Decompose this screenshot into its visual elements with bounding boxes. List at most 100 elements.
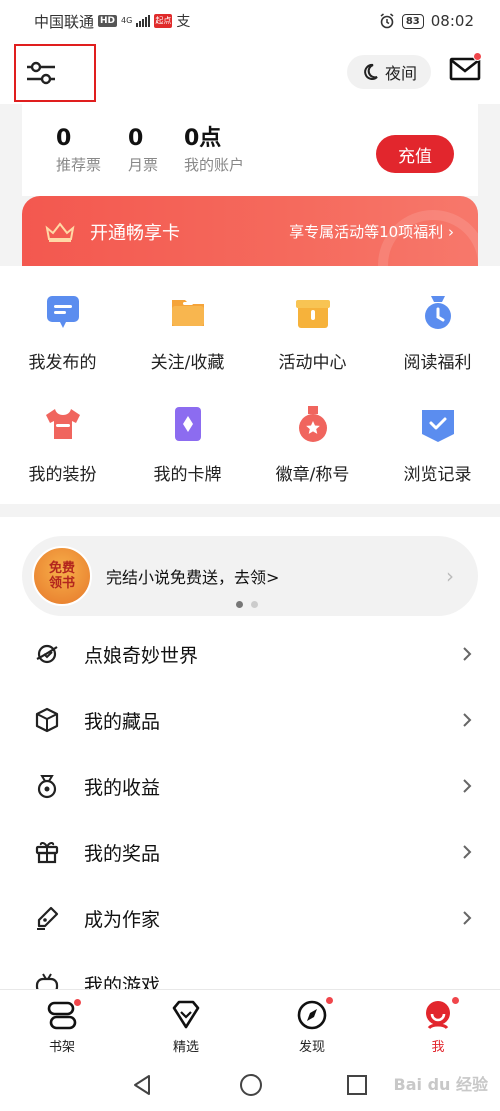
tab-me[interactable]: 我 xyxy=(398,996,478,1055)
tab-bookshelf[interactable]: 书架 xyxy=(22,998,102,1055)
settings-button[interactable] xyxy=(14,44,96,102)
tshirt-icon xyxy=(45,409,80,439)
stat-value: 0 xyxy=(128,126,144,151)
profile-header: 夜间 xyxy=(0,42,500,104)
grid-item-history[interactable]: 浏览记录 xyxy=(375,404,500,485)
grid-item-follows[interactable]: 关注/收藏 xyxy=(125,292,250,373)
back-icon[interactable] xyxy=(131,1073,153,1097)
grid-item-activity-center[interactable]: 活动中心 xyxy=(250,292,375,373)
network-indicator: 4G xyxy=(121,16,133,25)
account-card: 0 推荐票 0 月票 0点 我的账户 充值 xyxy=(22,104,478,196)
gift-box-icon xyxy=(295,300,330,328)
menu-label: 我的藏品 xyxy=(84,710,161,733)
grid-item-my-outfit[interactable]: 我的装扮 xyxy=(0,404,125,485)
grid-label: 关注/收藏 xyxy=(150,353,225,373)
recommend-ticket-stat[interactable]: 0 推荐票 xyxy=(56,126,101,175)
grid-label: 阅读福利 xyxy=(403,353,472,373)
bottom-tab-bar: 书架 精选 发现 我 xyxy=(0,989,500,1059)
carousel-dots xyxy=(236,601,258,608)
promo-text: 完结小说免费送，去领> xyxy=(106,568,280,587)
chevron-right-icon xyxy=(463,911,472,925)
my-account-stat[interactable]: 0点 我的账户 xyxy=(184,126,244,175)
prize-icon xyxy=(35,841,59,864)
chevron-right-icon xyxy=(463,779,472,793)
battery-indicator: 83 xyxy=(401,13,424,29)
badge-text: 领书 xyxy=(48,576,75,591)
lower-panel: 免费 领书 完结小说免费送，去领> › 点娘奇妙世界 我的藏品 我的收益 我的奖… xyxy=(0,517,500,989)
messages-button[interactable] xyxy=(449,52,483,86)
menu-item-become-author[interactable]: 成为作家 xyxy=(0,885,500,951)
tab-discover[interactable]: 发现 xyxy=(272,996,352,1055)
chevron-right-icon xyxy=(463,647,472,661)
home-icon[interactable] xyxy=(239,1073,263,1097)
tab-featured[interactable]: 精选 xyxy=(146,998,226,1055)
planet-icon xyxy=(36,644,58,664)
notification-dot xyxy=(325,996,334,1005)
status-bar: 中国联通 HD 4G 起点 支 83 08:02 xyxy=(0,0,500,42)
chevron-right-icon: › xyxy=(446,564,454,588)
stat-label: 我的账户 xyxy=(184,156,245,174)
grid-label: 浏览记录 xyxy=(403,465,472,485)
stat-label: 推荐票 xyxy=(56,156,102,174)
clock-text: 08:02 xyxy=(430,12,474,30)
tab-label: 我 xyxy=(431,1040,445,1055)
grid-item-badges[interactable]: 徽章/称号 xyxy=(250,404,375,485)
grid-label: 我的装扮 xyxy=(28,465,97,485)
crown-icon xyxy=(45,222,75,242)
clock-bag-icon xyxy=(424,296,451,329)
menu-item-prizes[interactable]: 我的奖品 xyxy=(0,819,500,885)
menu-item-games[interactable]: 我的游戏 xyxy=(0,951,500,989)
grid-item-my-cards[interactable]: 我的卡牌 xyxy=(125,404,250,485)
compass-icon xyxy=(297,1000,327,1030)
stat-value: 0点 xyxy=(184,126,222,151)
folder-icon xyxy=(171,300,204,326)
monthly-ticket-stat[interactable]: 0 月票 xyxy=(128,126,158,175)
night-mode-button[interactable]: 夜间 xyxy=(347,55,431,89)
tab-label: 发现 xyxy=(298,1040,325,1055)
grid-item-my-posts[interactable]: 我发布的 xyxy=(0,292,125,373)
medal-icon xyxy=(298,406,327,442)
feature-grid: 我发布的 关注/收藏 活动中心 阅读福利 我的装扮 我的卡牌 徽章/称号 浏览记… xyxy=(0,266,500,504)
moon-icon xyxy=(364,63,378,80)
vip-benefits-link[interactable]: 享专属活动等10项福利 › xyxy=(289,221,454,242)
sliders-icon xyxy=(27,61,55,85)
tab-label: 精选 xyxy=(172,1040,199,1055)
carrier-text: 中国联通 xyxy=(34,12,95,31)
grid-item-reading-welfare[interactable]: 阅读福利 xyxy=(375,292,500,373)
grid-label: 我发布的 xyxy=(28,353,97,373)
stat-label: 月票 xyxy=(128,156,159,174)
cube-icon xyxy=(35,707,59,733)
recents-icon[interactable] xyxy=(346,1074,368,1096)
menu-item-collections[interactable]: 我的藏品 xyxy=(0,687,500,753)
history-icon xyxy=(421,410,454,442)
stat-value: 0 xyxy=(56,126,72,151)
menu-label: 点娘奇妙世界 xyxy=(84,644,199,667)
menu-label: 我的游戏 xyxy=(84,975,161,989)
tab-label: 书架 xyxy=(48,1040,75,1055)
chevron-right-icon xyxy=(463,713,472,727)
gamepad-icon xyxy=(35,973,59,989)
pay-notification-icon: 支 xyxy=(176,14,191,30)
unread-dot xyxy=(473,52,482,61)
grid-label: 徽章/称号 xyxy=(275,465,350,485)
profile-icon xyxy=(426,1001,450,1030)
system-nav-bar: Bai du 经验 xyxy=(0,1059,500,1111)
menu-item-earnings[interactable]: 我的收益 xyxy=(0,753,500,819)
alarm-icon xyxy=(380,13,394,29)
night-mode-label: 夜间 xyxy=(384,64,417,83)
money-bag-icon xyxy=(37,775,57,799)
carousel-dot xyxy=(251,601,258,608)
hd-badge: HD xyxy=(98,15,118,27)
vip-banner[interactable]: 开通畅享卡 享专属活动等10项福利 › xyxy=(22,196,478,266)
carousel-dot xyxy=(236,601,243,608)
notification-dot xyxy=(451,996,460,1005)
message-icon xyxy=(46,296,79,328)
recharge-button[interactable]: 充值 xyxy=(376,135,454,173)
signal-icon xyxy=(136,15,151,27)
badge-text: 免费 xyxy=(48,561,75,576)
menu-label: 我的收益 xyxy=(84,776,161,799)
menu-item-wonder-world[interactable]: 点娘奇妙世界 xyxy=(0,621,500,687)
pen-icon xyxy=(37,906,59,930)
watermark: Bai du 经验 xyxy=(393,1075,488,1094)
notification-dot xyxy=(73,998,82,1007)
